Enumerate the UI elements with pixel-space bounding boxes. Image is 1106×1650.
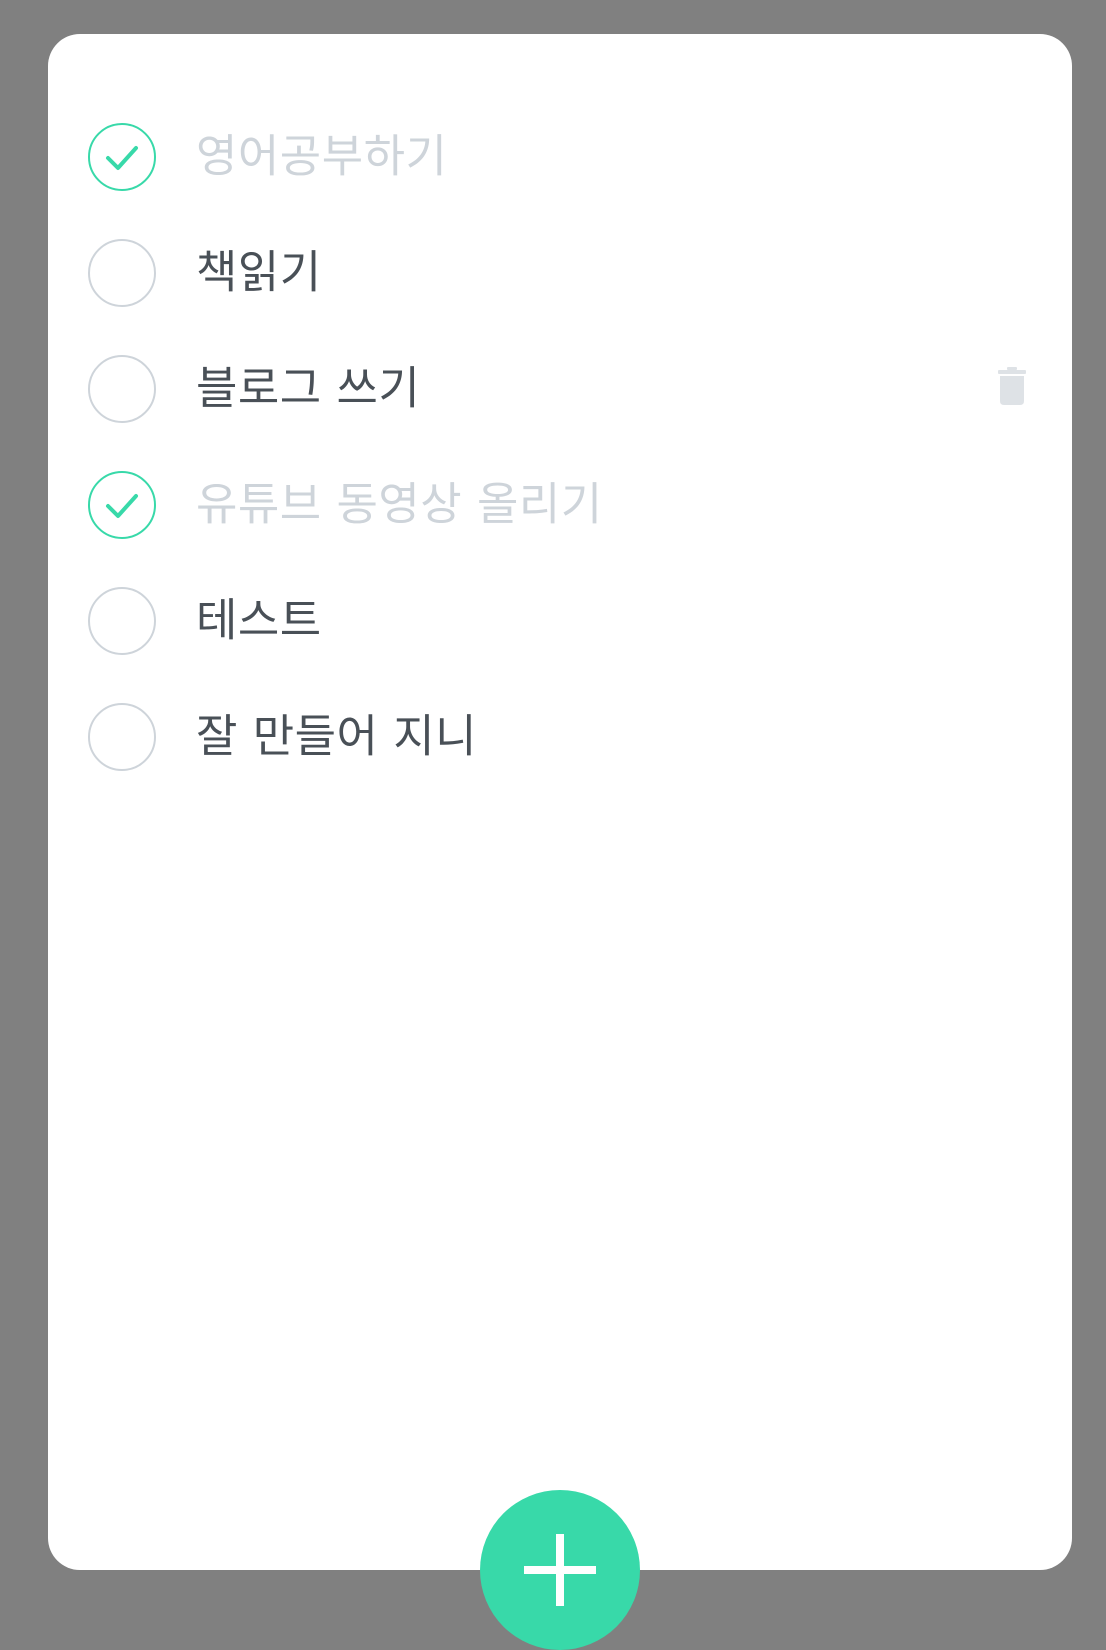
add-todo-button[interactable] bbox=[480, 1490, 640, 1650]
todo-item: 유튜브 동영상 올리기 bbox=[48, 446, 1072, 562]
todo-check-toggle[interactable] bbox=[88, 703, 156, 771]
todo-card: 영어공부하기 책읽기 블로그 쓰기 유튜브 동영상 올리기 테스트 잘 만들어 … bbox=[48, 34, 1072, 1570]
todo-check-toggle[interactable] bbox=[88, 471, 156, 539]
trash-icon bbox=[998, 367, 1026, 405]
todo-text: 영어공부하기 bbox=[196, 129, 448, 183]
todo-check-toggle[interactable] bbox=[88, 355, 156, 423]
todo-text: 테스트 bbox=[196, 593, 322, 647]
todo-list: 영어공부하기 책읽기 블로그 쓰기 유튜브 동영상 올리기 테스트 잘 만들어 … bbox=[48, 98, 1072, 794]
todo-item: 영어공부하기 bbox=[48, 98, 1072, 214]
todo-item: 테스트 bbox=[48, 562, 1072, 678]
todo-check-toggle[interactable] bbox=[88, 239, 156, 307]
todo-text: 잘 만들어 지니 bbox=[196, 709, 478, 763]
check-icon bbox=[106, 494, 138, 518]
todo-item: 책읽기 bbox=[48, 214, 1072, 330]
todo-check-toggle[interactable] bbox=[88, 123, 156, 191]
plus-icon bbox=[524, 1534, 596, 1606]
todo-item: 잘 만들어 지니 bbox=[48, 678, 1072, 794]
todo-text: 블로그 쓰기 bbox=[196, 361, 421, 415]
check-icon bbox=[106, 146, 138, 170]
todo-check-toggle[interactable] bbox=[88, 587, 156, 655]
todo-text: 유튜브 동영상 올리기 bbox=[196, 477, 603, 531]
todo-text: 책읽기 bbox=[196, 245, 322, 299]
delete-button[interactable] bbox=[996, 364, 1028, 408]
todo-item: 블로그 쓰기 bbox=[48, 330, 1072, 446]
